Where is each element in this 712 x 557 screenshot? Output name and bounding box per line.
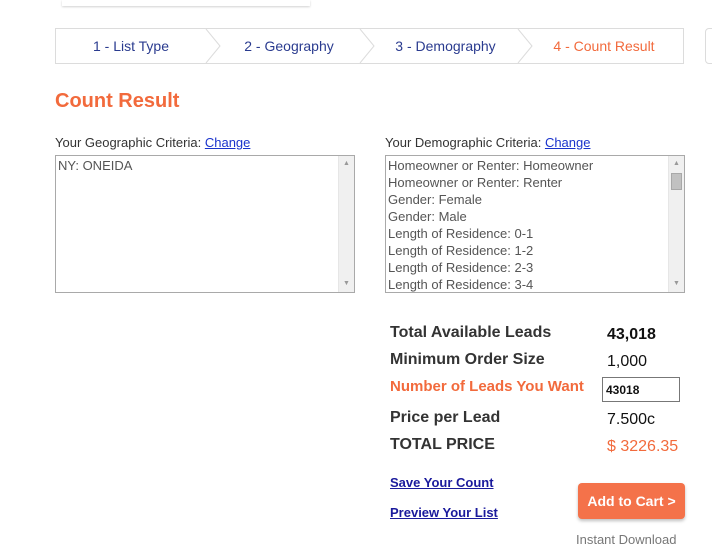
- scroll-up-icon[interactable]: ▲: [669, 156, 684, 172]
- price-per-lead-label: Price per Lead: [390, 409, 501, 426]
- demo-criteria-text: Your Demographic Criteria:: [385, 135, 542, 150]
- step-geography[interactable]: 2 - Geography: [213, 29, 365, 63]
- scroll-up-icon[interactable]: ▲: [339, 156, 354, 172]
- list-item[interactable]: Homeowner or Renter: Renter: [388, 174, 667, 191]
- geo-criteria-text: Your Geographic Criteria:: [55, 135, 202, 150]
- top-strip: [62, 0, 310, 6]
- total-price-label: TOTAL PRICE: [390, 436, 495, 453]
- available-leads-value: 43,018: [607, 326, 656, 343]
- instant-download-text: Instant Download: [576, 532, 677, 547]
- scroll-down-icon[interactable]: ▼: [669, 276, 684, 292]
- min-order-label: Minimum Order Size: [390, 351, 545, 368]
- page-title: Count Result: [55, 90, 180, 112]
- demo-criteria-listbox[interactable]: Homeowner or Renter: Homeowner Homeowner …: [385, 155, 685, 293]
- list-item[interactable]: Homeowner or Renter: Homeowner: [388, 157, 667, 174]
- list-item[interactable]: Gender: Male: [388, 208, 667, 225]
- scroll-down-icon[interactable]: ▼: [339, 276, 354, 292]
- geo-criteria-label: Your Geographic Criteria: Change: [55, 135, 250, 150]
- leads-wanted-input[interactable]: [602, 377, 680, 402]
- scroll-thumb[interactable]: [671, 173, 682, 190]
- geo-scrollbar[interactable]: ▲ ▼: [338, 156, 354, 292]
- list-item[interactable]: Length of Residence: 0-1: [388, 225, 667, 242]
- steps-bar: 1 - List Type 2 - Geography 3 - Demograp…: [55, 28, 684, 64]
- price-per-lead-value: 7.500c: [607, 411, 656, 428]
- demo-criteria-items: Homeowner or Renter: Homeowner Homeowner …: [388, 157, 667, 292]
- list-item[interactable]: Length of Residence: 2-3: [388, 259, 667, 276]
- add-to-cart-button[interactable]: Add to Cart >: [578, 483, 685, 519]
- demo-change-link[interactable]: Change: [545, 135, 591, 150]
- list-item[interactable]: Length of Residence: 1-2: [388, 242, 667, 259]
- step-demography[interactable]: 3 - Demography: [368, 29, 523, 63]
- save-count-link[interactable]: Save Your Count: [390, 475, 494, 490]
- step-list-type[interactable]: 1 - List Type: [56, 29, 206, 63]
- geo-criteria-listbox[interactable]: NY: ONEIDA ▲ ▼: [55, 155, 355, 293]
- geo-change-link[interactable]: Change: [205, 135, 251, 150]
- geo-criteria-items: NY: ONEIDA: [58, 157, 337, 174]
- preview-list-link[interactable]: Preview Your List: [390, 505, 498, 520]
- min-order-value: 1,000: [607, 353, 648, 370]
- available-leads-label: Total Available Leads: [390, 324, 552, 341]
- list-item[interactable]: Gender: Female: [388, 191, 667, 208]
- demo-scrollbar[interactable]: ▲ ▼: [668, 156, 684, 292]
- side-panel-edge: [705, 28, 712, 64]
- step-count-result[interactable]: 4 - Count Result: [525, 29, 683, 63]
- leads-wanted-label: Number of Leads You Want: [390, 378, 584, 395]
- total-price-value: $ 3226.35: [607, 438, 679, 455]
- demo-criteria-label: Your Demographic Criteria: Change: [385, 135, 590, 150]
- list-item[interactable]: Length of Residence: 3-4: [388, 276, 667, 292]
- list-item[interactable]: NY: ONEIDA: [58, 157, 337, 174]
